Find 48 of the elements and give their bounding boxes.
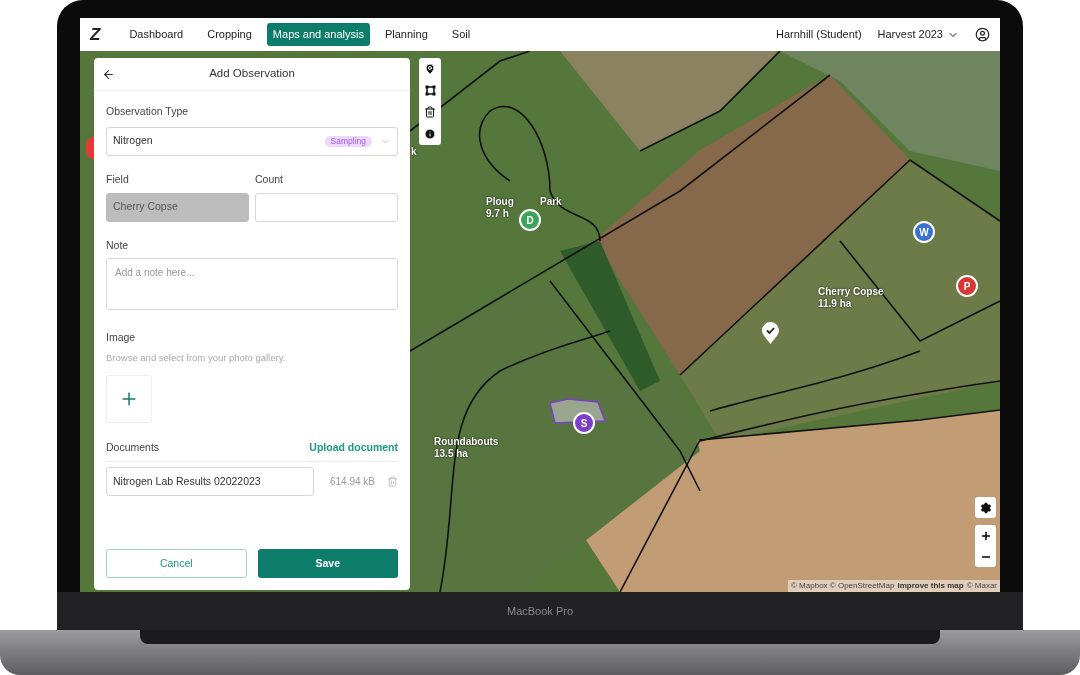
map-marker[interactable] [86, 137, 94, 159]
season-dropdown[interactable]: Harvest 2023 [877, 26, 959, 43]
farm-name[interactable]: Harnhill (Student) [775, 26, 862, 43]
attribution-text: © Maxar [966, 580, 997, 592]
form-label: Observation Type [106, 104, 190, 119]
logo[interactable]: Z [90, 26, 101, 43]
cancel-button[interactable]: Cancel [106, 549, 247, 578]
device-label: MacBook Pro [507, 603, 573, 619]
field-label: Park [540, 196, 562, 208]
form-label: Documents [106, 440, 160, 456]
settings-button[interactable] [975, 497, 996, 518]
panel-title: Add Observation [209, 66, 295, 82]
sampling-tag: Sampling [324, 135, 372, 147]
plus-icon [979, 529, 992, 542]
field-label: Cherry Copse [818, 286, 884, 298]
save-button[interactable]: Save [257, 549, 398, 578]
check-pin-icon[interactable] [762, 322, 779, 344]
form-label: Image [106, 330, 137, 346]
field-label: 13.5 ha [434, 448, 469, 460]
nav-tab[interactable]: Planning [375, 23, 437, 46]
image-hint: Browse and select from your photo gallery. [106, 351, 287, 365]
count-input[interactable] [255, 192, 398, 222]
nav-tab[interactable]: Maps and analysis [266, 23, 370, 46]
form-label: Note [106, 237, 130, 253]
field-label: Roundabouts [434, 436, 499, 448]
user-icon[interactable] [975, 27, 990, 42]
polygon-tool-icon[interactable] [424, 85, 436, 96]
upload-document-link[interactable]: Upload document [309, 440, 398, 456]
delete-tool-icon[interactable] [424, 106, 436, 118]
form-label: Field [106, 171, 130, 187]
observation-type-select[interactable]: Nitrogen Sampling [106, 126, 398, 156]
field-label: k [411, 146, 417, 158]
nav-tab[interactable]: Soil [442, 23, 480, 46]
settings-icon [979, 501, 992, 514]
info-icon[interactable] [424, 128, 436, 140]
attribution-text: © Mapbox © OpenStreetMap [791, 580, 895, 592]
improve-map-link[interactable]: Improve this map [897, 580, 964, 592]
field-label: Ploug [486, 196, 514, 208]
file-size: 614.94 kB [329, 475, 375, 489]
form-label: Count [255, 171, 285, 187]
nav-tab[interactable]: Cropping [198, 23, 261, 46]
pin-tool-icon[interactable] [424, 63, 436, 75]
note-input[interactable]: Add a note here... [106, 258, 398, 311]
nav-tab[interactable]: Dashboard [120, 23, 193, 46]
back-arrow-icon[interactable] [102, 67, 115, 81]
field-label: 11.9 ha [818, 298, 853, 310]
document-name[interactable]: Nitrogen Lab Results 02022023 [106, 467, 314, 496]
field-label: 9.7 h [486, 208, 510, 220]
